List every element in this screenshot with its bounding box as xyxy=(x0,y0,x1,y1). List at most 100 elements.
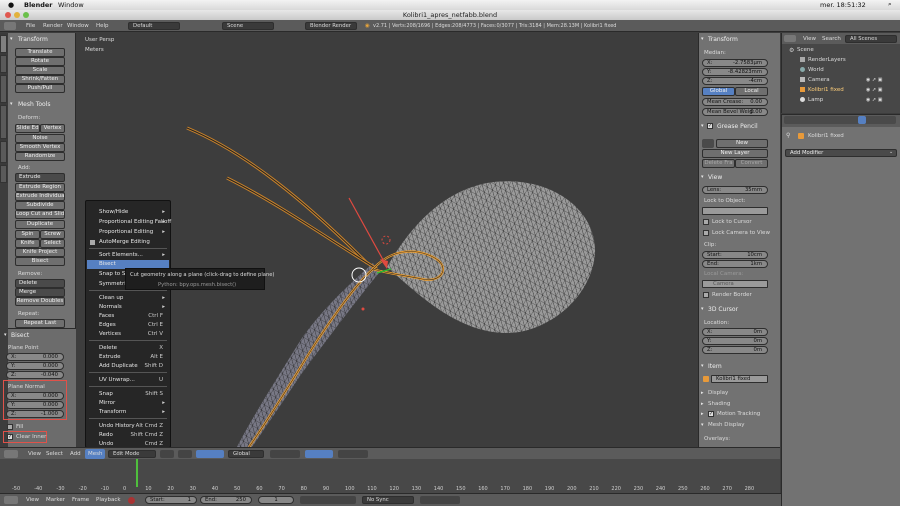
rotate-button[interactable]: Rotate xyxy=(15,57,65,66)
menu-item-redo[interactable]: Redo Shift Cmd Z xyxy=(87,431,169,440)
zoom-window-icon[interactable] xyxy=(23,12,29,18)
knife-button[interactable]: Knife xyxy=(15,239,40,248)
timeline-frame-menu[interactable]: Frame xyxy=(72,497,89,503)
lock-camera-checkbox[interactable] xyxy=(703,230,709,236)
collapse-arrow-icon[interactable]: ▸ xyxy=(701,411,704,417)
display-mode-selector[interactable]: All Scenes xyxy=(845,35,897,43)
pencil-icon[interactable] xyxy=(702,139,714,148)
collapse-arrow-icon[interactable]: ▾ xyxy=(701,306,704,312)
bisect-panel-header[interactable]: Bisect xyxy=(11,332,29,339)
mean-bevel-field[interactable]: Mean Bevel Weig: 0.00 xyxy=(702,108,768,116)
mesh-tools-panel-header[interactable]: Mesh Tools xyxy=(18,101,50,108)
clear-inner-checkbox[interactable]: ✓ xyxy=(7,434,13,440)
median-y-field[interactable]: Y: -8.42823mm xyxy=(702,68,768,76)
playback-controls-icon[interactable] xyxy=(300,496,356,504)
menu-item-undo-history[interactable]: Undo History Alt Cmd Z xyxy=(87,422,169,431)
outliner-item-scene[interactable]: Scene xyxy=(797,47,814,53)
subdivide-button[interactable]: Subdivide xyxy=(15,201,65,210)
vertex-slide-button[interactable]: Vertex xyxy=(40,124,65,133)
outliner-item-kolibri[interactable]: Kolibri1 fixed xyxy=(808,87,844,93)
menu-render[interactable]: Render xyxy=(43,23,63,29)
outliner-search-menu[interactable]: Search xyxy=(822,36,841,42)
select-mode-icon[interactable] xyxy=(305,450,333,458)
view-header[interactable]: View xyxy=(708,174,722,181)
close-window-icon[interactable] xyxy=(5,12,11,18)
outliner-view-menu[interactable]: View xyxy=(803,36,816,42)
median-z-field[interactable]: Z: -4cm xyxy=(702,77,768,85)
collapse-arrow-icon[interactable]: ▾ xyxy=(701,36,704,42)
fill-checkbox[interactable] xyxy=(7,424,13,430)
collapse-arrow-icon[interactable]: ▸ xyxy=(701,401,704,407)
menu-item-extrude[interactable]: Extrude Alt E xyxy=(87,353,169,362)
grease-pencil-header[interactable]: Grease Pencil xyxy=(717,123,758,130)
mean-crease-field[interactable]: Mean Crease: 0.00 xyxy=(702,98,768,106)
new-layer-button[interactable]: New Layer xyxy=(702,149,768,158)
extrude-region-button[interactable]: Extrude Region xyxy=(15,183,65,192)
render-border-checkbox[interactable] xyxy=(703,292,709,298)
menu-item-show-hide[interactable]: Show/Hide ▸ xyxy=(87,208,169,217)
current-frame-field[interactable]: 1 xyxy=(258,496,294,504)
visibility-eye-icon[interactable]: ◉ ➚ ▣ xyxy=(866,97,882,103)
menu-help[interactable]: Help xyxy=(96,23,109,29)
plane-normal-x[interactable]: X: 0.000 xyxy=(6,392,64,400)
new-gp-button[interactable]: New xyxy=(716,139,768,148)
shading-panel[interactable]: Shading xyxy=(708,401,730,407)
modifier-tab-icon[interactable] xyxy=(858,116,866,124)
menu-item-add-duplicate[interactable]: Add Duplicate Shift D xyxy=(87,362,169,371)
translate-button[interactable]: Translate xyxy=(15,48,65,57)
menu-item-normals[interactable]: Normals ▸ xyxy=(87,303,169,312)
slide-edge-button[interactable]: Slide Ed xyxy=(15,124,40,133)
screw-button[interactable]: Screw xyxy=(40,230,65,239)
info-editor-icon[interactable] xyxy=(4,22,16,30)
spin-button[interactable]: Spin xyxy=(15,230,40,239)
menu-item-sort-elements[interactable]: Sort Elements... ▸ xyxy=(87,251,169,260)
tab-shading-uvs[interactable] xyxy=(0,105,7,139)
end-frame-field[interactable]: End: 250 xyxy=(200,496,252,504)
outliner-item-renderlayers[interactable]: RenderLayers xyxy=(808,57,846,63)
menu-item-delete[interactable]: Delete X xyxy=(87,344,169,353)
outliner-item-camera[interactable]: Camera xyxy=(808,77,830,83)
item-header[interactable]: Item xyxy=(708,363,722,370)
outliner-item-world[interactable]: World xyxy=(808,67,824,73)
lock-object-field[interactable] xyxy=(702,207,768,215)
start-frame-field[interactable]: Start: 1 xyxy=(145,496,197,504)
local-toggle[interactable]: Local xyxy=(735,87,768,96)
extrude-dropdown[interactable]: Extrude xyxy=(15,173,65,182)
outliner-item-lamp[interactable]: Lamp xyxy=(808,97,823,103)
layout-selector[interactable]: Default xyxy=(128,22,180,30)
loop-cut-button[interactable]: Loop Cut and Slide xyxy=(15,210,65,219)
grease-pencil-checkbox[interactable]: ✓ xyxy=(707,123,713,129)
tab-options[interactable] xyxy=(0,141,7,163)
keying-icon[interactable] xyxy=(420,496,460,504)
current-frame-line[interactable] xyxy=(136,459,138,487)
knife-select-button[interactable]: Select xyxy=(40,239,65,248)
menu-item-vertices[interactable]: Vertices Ctrl V xyxy=(87,330,169,339)
search-icon[interactable]: ⌕ xyxy=(888,0,892,9)
collapse-arrow-icon[interactable]: ▾ xyxy=(10,36,13,42)
menu-item-automerge-editing[interactable]: AutoMerge Editing xyxy=(87,238,169,247)
pin-icon[interactable]: ⚲ xyxy=(786,132,790,139)
apple-icon[interactable]: ● xyxy=(8,1,14,9)
shading-mode-icon[interactable] xyxy=(160,450,174,458)
collapse-arrow-icon[interactable]: ▾ xyxy=(701,363,704,369)
visibility-eye-icon[interactable]: ◉ ➚ ▣ xyxy=(866,77,882,83)
scene-selector[interactable]: Scene xyxy=(222,22,274,30)
clip-start-field[interactable]: Start: 10cm xyxy=(702,251,768,259)
shrink-fatten-button[interactable]: Shrink/Fatten xyxy=(15,75,65,84)
transform-panel-header[interactable]: Transform xyxy=(18,36,48,43)
automerge-checkbox[interactable] xyxy=(90,240,95,245)
minimize-window-icon[interactable] xyxy=(14,12,20,18)
orientation-selector[interactable]: Global xyxy=(228,450,264,458)
view-menu[interactable]: View xyxy=(28,451,41,457)
cursor-y-field[interactable]: Y: 0m xyxy=(702,337,768,345)
plane-point-y[interactable]: Y: 0.000 xyxy=(6,362,64,370)
noise-button[interactable]: Noise xyxy=(15,134,65,143)
editor-type-icon[interactable] xyxy=(4,450,18,458)
delete-dropdown[interactable]: Delete xyxy=(15,279,65,288)
add-menu[interactable]: Add xyxy=(70,451,81,457)
merge-dropdown[interactable]: Merge xyxy=(15,288,65,297)
plane-normal-z[interactable]: Z: -1.000 xyxy=(6,410,64,418)
local-camera-field[interactable]: Camera xyxy=(702,280,768,288)
app-menu[interactable]: Blender xyxy=(24,1,53,9)
sync-selector[interactable]: No Sync xyxy=(362,496,414,504)
